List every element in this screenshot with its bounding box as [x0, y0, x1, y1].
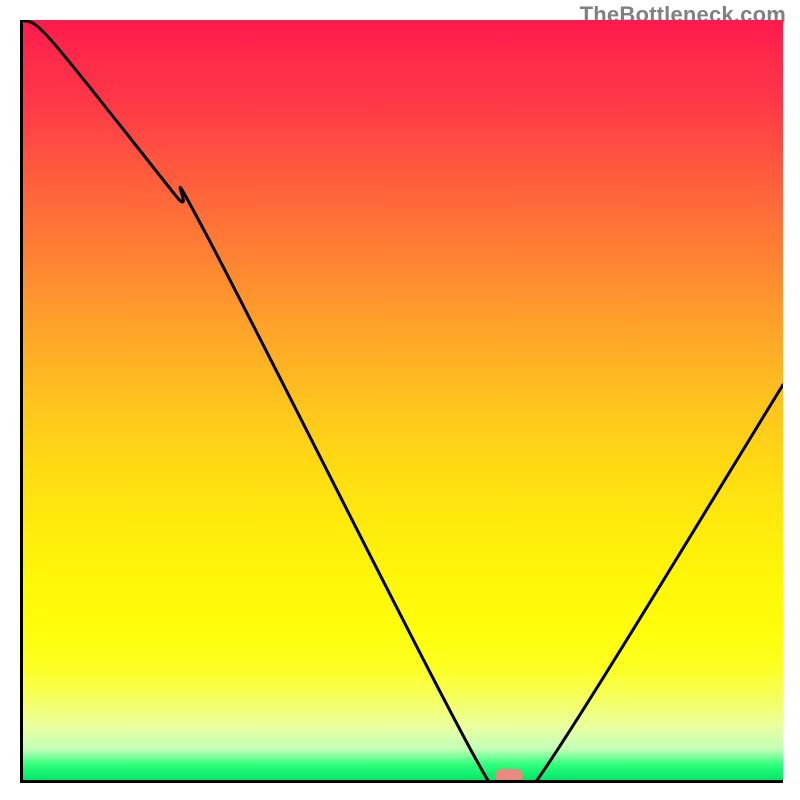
line-series: [23, 20, 783, 780]
plot-area: [20, 20, 783, 783]
optimum-marker: [495, 769, 523, 783]
chart-container: TheBottleneck.com: [0, 0, 800, 800]
curve-path: [23, 20, 783, 780]
